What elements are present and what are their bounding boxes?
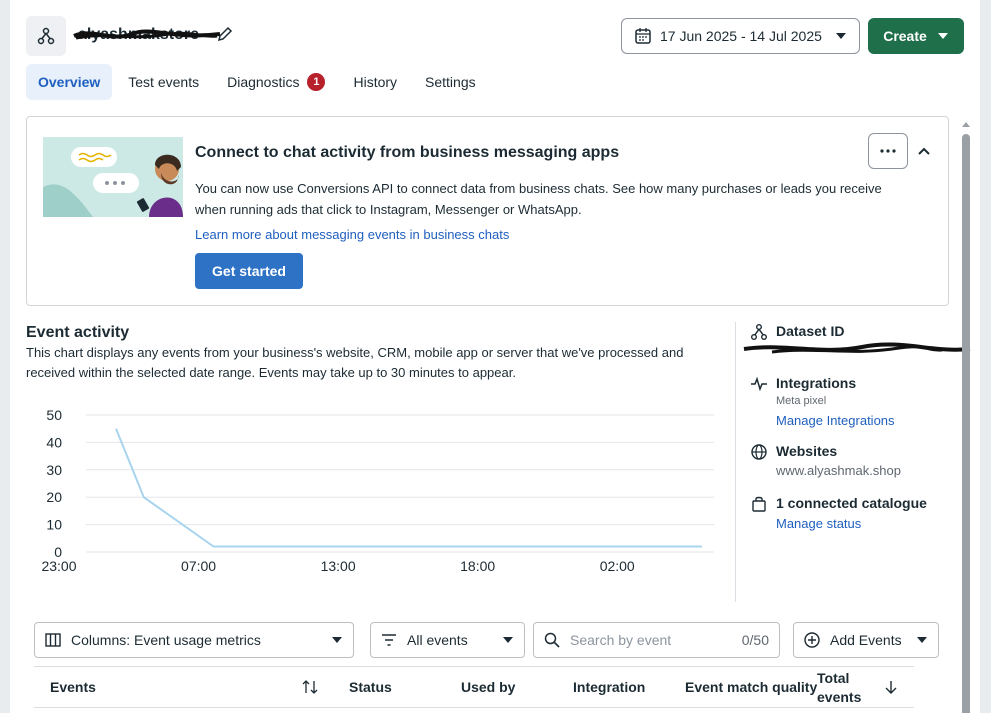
event-activity-title: Event activity bbox=[26, 324, 130, 341]
tab-history[interactable]: History bbox=[341, 64, 409, 100]
activity-pulse-icon bbox=[751, 376, 767, 392]
learn-more-link[interactable]: Learn more about messaging events in bus… bbox=[195, 227, 509, 242]
more-options-button[interactable] bbox=[868, 133, 908, 169]
caret-down-icon bbox=[503, 637, 513, 643]
caret-down-icon bbox=[917, 637, 927, 643]
event-activity-chart: 0102030405023:00 07:00 13:00 18:00 02:00 bbox=[41, 407, 714, 574]
th-total-events[interactable]: Total events bbox=[817, 669, 877, 707]
columns-dropdown[interactable]: Columns: Event usage metrics bbox=[34, 622, 354, 658]
search-events-input[interactable]: Search by event 0/50 bbox=[533, 622, 780, 658]
th-status[interactable]: Status bbox=[349, 679, 392, 695]
create-button-label: Create bbox=[883, 28, 927, 44]
search-icon bbox=[544, 632, 560, 648]
catalogue-title: 1 connected catalogue bbox=[776, 495, 927, 511]
catalogue-section: 1 connected catalogue Manage status bbox=[750, 495, 960, 535]
banner-title: Connect to chat activity from business m… bbox=[195, 144, 620, 161]
y-tick-label: 50 bbox=[46, 407, 62, 423]
th-events[interactable]: Events bbox=[50, 679, 96, 695]
th-used-by[interactable]: Used by bbox=[461, 679, 515, 695]
redaction-scribble bbox=[73, 29, 221, 40]
page: alyashmakstore 17 Jun 2025 - 14 Jul 2025… bbox=[10, 0, 980, 713]
tab-overview[interactable]: Overview bbox=[26, 64, 113, 100]
redaction-scribble bbox=[743, 342, 971, 354]
date-range-picker[interactable]: 17 Jun 2025 - 14 Jul 2025 bbox=[621, 18, 860, 54]
add-events-label: Add Events bbox=[830, 632, 902, 648]
filter-icon bbox=[382, 634, 396, 646]
chevron-up-icon[interactable] bbox=[915, 143, 933, 161]
tab-bar: Overview Test events Diagnostics 1 Histor… bbox=[26, 64, 488, 100]
y-tick-label: 10 bbox=[46, 517, 62, 533]
tab-label: Settings bbox=[425, 74, 476, 90]
dataset-icon bbox=[26, 16, 66, 56]
tab-label: History bbox=[353, 74, 398, 90]
scroll-up-arrow-icon[interactable] bbox=[961, 120, 971, 128]
panel-divider bbox=[735, 322, 736, 602]
edit-pencil-icon[interactable] bbox=[215, 24, 235, 44]
shopping-bag-icon bbox=[752, 496, 766, 512]
chat-illustration bbox=[43, 137, 183, 217]
dataset-nodes-icon bbox=[37, 27, 55, 45]
y-tick-label: 20 bbox=[46, 489, 62, 505]
ellipsis-icon bbox=[880, 149, 896, 153]
x-tick-label: 23:00 bbox=[41, 558, 76, 574]
tab-label: Diagnostics bbox=[227, 74, 300, 90]
integrations-title: Integrations bbox=[776, 375, 857, 391]
tab-label: Test events bbox=[128, 74, 200, 90]
tab-label: Overview bbox=[38, 74, 101, 90]
caret-down-icon bbox=[937, 33, 948, 39]
caret-down-icon bbox=[836, 33, 846, 39]
event-activity-description: This chart displays any events from your… bbox=[26, 345, 684, 380]
events-table-header: Events Status Used by Integration Event … bbox=[34, 666, 914, 708]
search-char-count: 0/50 bbox=[741, 632, 769, 648]
caret-down-icon bbox=[332, 637, 342, 643]
websites-section: Websites www.alyashmak.shop bbox=[750, 443, 960, 483]
dataset-id-section: Dataset ID bbox=[743, 323, 971, 359]
columns-dropdown-label: Columns: Event usage metrics bbox=[71, 632, 261, 648]
diagnostics-badge: 1 bbox=[307, 73, 326, 91]
events-filter-label: All events bbox=[407, 632, 468, 648]
date-range-text: 17 Jun 2025 - 14 Jul 2025 bbox=[660, 28, 822, 44]
integrations-section: Integrations Meta pixel Manage Integrati… bbox=[750, 375, 960, 435]
series-line bbox=[115, 428, 702, 548]
tab-diagnostics[interactable]: Diagnostics 1 bbox=[215, 64, 337, 100]
columns-icon bbox=[45, 633, 61, 647]
create-button[interactable]: Create bbox=[868, 18, 964, 54]
messaging-banner: Connect to chat activity from business m… bbox=[26, 116, 949, 306]
integrations-subtitle: Meta pixel bbox=[776, 395, 827, 407]
x-tick-label: 07:00 bbox=[181, 558, 216, 574]
search-placeholder: Search by event bbox=[570, 632, 672, 648]
th-integration[interactable]: Integration bbox=[573, 679, 645, 695]
globe-icon bbox=[751, 444, 767, 460]
manage-integrations-link[interactable]: Manage Integrations bbox=[776, 413, 895, 428]
dataset-id-title: Dataset ID bbox=[776, 323, 845, 339]
banner-description: You can now use Conversions API to conne… bbox=[195, 181, 882, 217]
scrollbar[interactable] bbox=[960, 118, 970, 713]
add-events-button[interactable]: Add Events bbox=[793, 622, 939, 658]
website-url: www.alyashmak.shop bbox=[776, 463, 901, 478]
y-tick-label: 30 bbox=[46, 462, 62, 478]
arrow-down-icon[interactable] bbox=[884, 679, 898, 695]
events-filter-dropdown[interactable]: All events bbox=[370, 622, 525, 658]
tab-test-events[interactable]: Test events bbox=[116, 64, 211, 100]
x-tick-label: 18:00 bbox=[460, 558, 495, 574]
x-tick-label: 02:00 bbox=[600, 558, 635, 574]
y-tick-label: 40 bbox=[46, 434, 62, 450]
x-tick-label: 13:00 bbox=[321, 558, 356, 574]
websites-title: Websites bbox=[776, 443, 838, 459]
calendar-icon bbox=[635, 28, 651, 44]
sort-icon[interactable] bbox=[302, 679, 318, 695]
manage-status-link[interactable]: Manage status bbox=[776, 516, 861, 531]
plus-circle-icon bbox=[804, 632, 820, 648]
tab-settings[interactable]: Settings bbox=[413, 64, 488, 100]
scrollbar-thumb[interactable] bbox=[962, 134, 970, 713]
get-started-button[interactable]: Get started bbox=[195, 253, 303, 289]
th-event-match-quality[interactable]: Event match quality bbox=[685, 679, 817, 695]
